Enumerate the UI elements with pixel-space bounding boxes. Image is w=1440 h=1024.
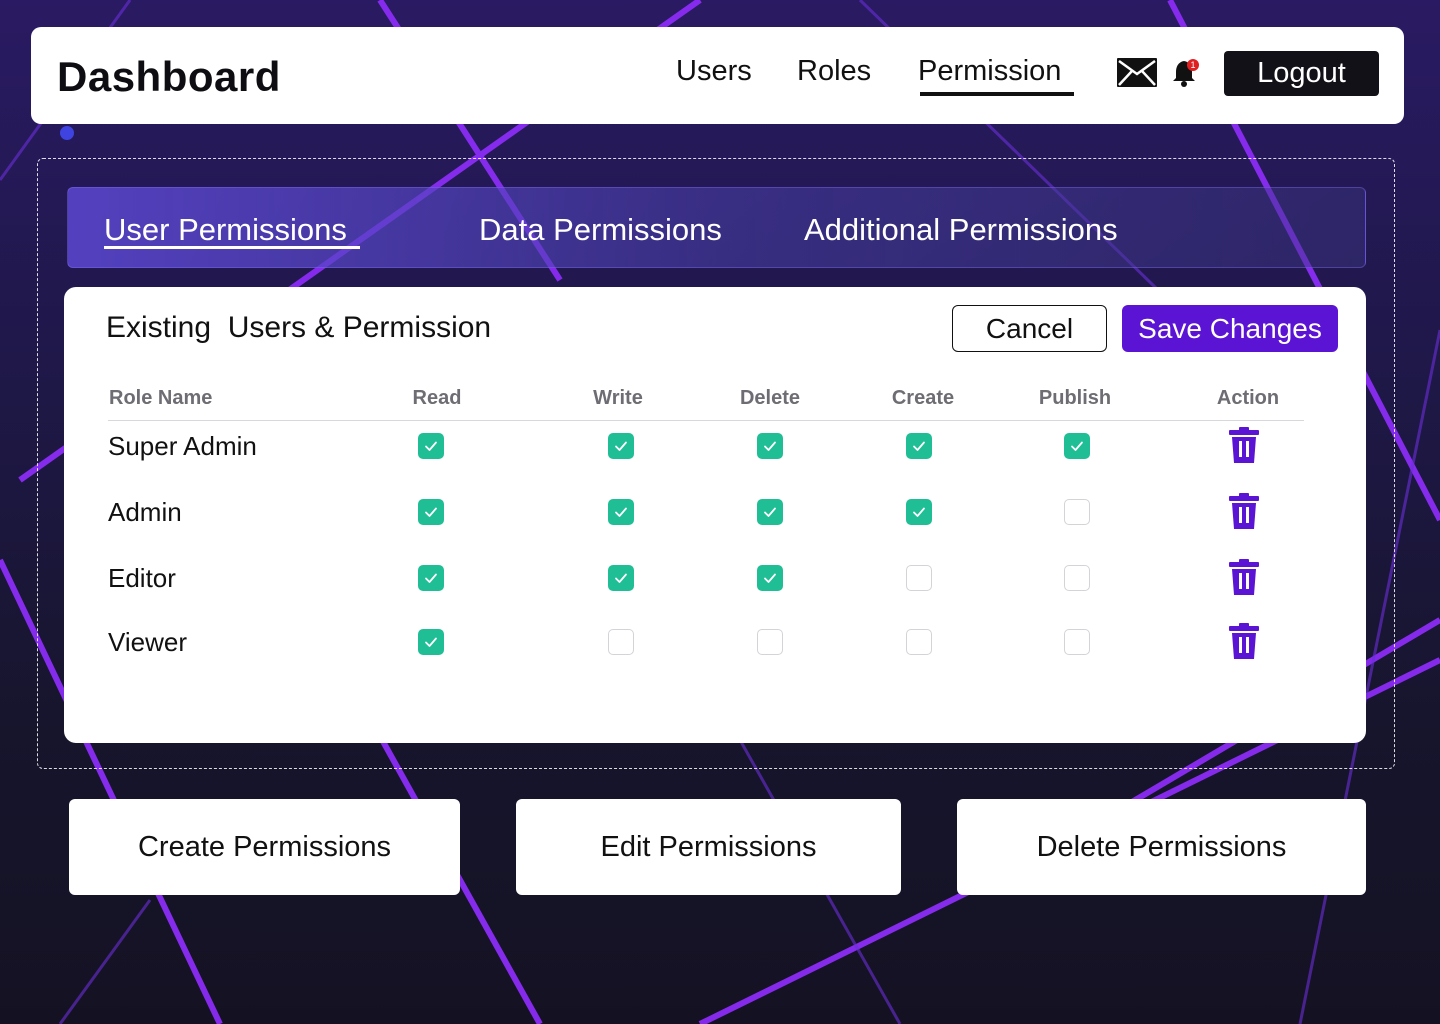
read-checkbox[interactable] [418, 629, 444, 655]
write-checkbox[interactable] [608, 629, 634, 655]
save-changes-button[interactable]: Save Changes [1122, 305, 1338, 352]
create-checkbox[interactable] [906, 565, 932, 591]
nav-users[interactable]: Users [676, 55, 752, 88]
column-header-delete: Delete [739, 387, 801, 409]
tab-active-indicator [104, 246, 360, 249]
delete-checkbox[interactable] [757, 433, 783, 459]
trash-icon[interactable] [1228, 623, 1260, 659]
delete-checkbox[interactable] [757, 499, 783, 525]
create-permissions-button[interactable]: Create Permissions [69, 799, 460, 895]
role-name: Super Admin [108, 431, 257, 461]
card-title: Existing Users & Permission [106, 311, 492, 344]
read-checkbox[interactable] [418, 499, 444, 525]
column-header-action: Action [1216, 387, 1280, 409]
status-dot [60, 126, 74, 140]
brand-title: Dashboard [57, 53, 281, 100]
nav-permission[interactable]: Permission [918, 55, 1061, 88]
table-header-divider [108, 420, 1304, 421]
column-header-publish: Publish [1038, 387, 1112, 409]
tab-user-permissions[interactable]: User Permissions [104, 212, 347, 248]
cancel-button[interactable]: Cancel [952, 305, 1107, 352]
logout-button[interactable]: Logout [1224, 51, 1379, 96]
delete-permissions-button[interactable]: Delete Permissions [957, 799, 1366, 895]
trash-icon[interactable] [1228, 427, 1260, 463]
bell-icon[interactable]: 1 [1172, 57, 1200, 87]
role-name: Admin [108, 497, 182, 527]
column-header-read: Read [412, 387, 462, 409]
nav-roles[interactable]: Roles [797, 55, 871, 88]
tab-data-permissions[interactable]: Data Permissions [479, 212, 722, 248]
tab-additional-permissions[interactable]: Additional Permissions [804, 212, 1118, 248]
permissions-card: Existing Users & Permission Cancel Save … [64, 287, 1366, 743]
edit-permissions-button[interactable]: Edit Permissions [516, 799, 901, 895]
create-checkbox[interactable] [906, 629, 932, 655]
read-checkbox[interactable] [418, 433, 444, 459]
trash-icon[interactable] [1228, 559, 1260, 595]
write-checkbox[interactable] [608, 499, 634, 525]
write-checkbox[interactable] [608, 433, 634, 459]
column-header-write: Write [593, 387, 643, 409]
delete-checkbox[interactable] [757, 629, 783, 655]
publish-checkbox[interactable] [1064, 499, 1090, 525]
write-checkbox[interactable] [608, 565, 634, 591]
publish-checkbox[interactable] [1064, 565, 1090, 591]
nav-active-indicator [920, 92, 1074, 96]
role-name: Editor [108, 563, 176, 593]
notification-count: 1 [1190, 60, 1195, 70]
mail-icon[interactable] [1117, 58, 1157, 87]
trash-icon[interactable] [1228, 493, 1260, 529]
delete-checkbox[interactable] [757, 565, 783, 591]
publish-checkbox[interactable] [1064, 629, 1090, 655]
role-name: Viewer [108, 627, 188, 657]
column-header-create: Create [891, 387, 955, 409]
create-checkbox[interactable] [906, 499, 932, 525]
permissions-tab-bar: User Permissions Data Permissions Additi… [67, 187, 1366, 268]
create-checkbox[interactable] [906, 433, 932, 459]
read-checkbox[interactable] [418, 565, 444, 591]
column-header-role-name: Role Name [109, 387, 213, 409]
publish-checkbox[interactable] [1064, 433, 1090, 459]
top-navbar: Dashboard Users Roles Permission 1 Logou… [31, 27, 1404, 124]
